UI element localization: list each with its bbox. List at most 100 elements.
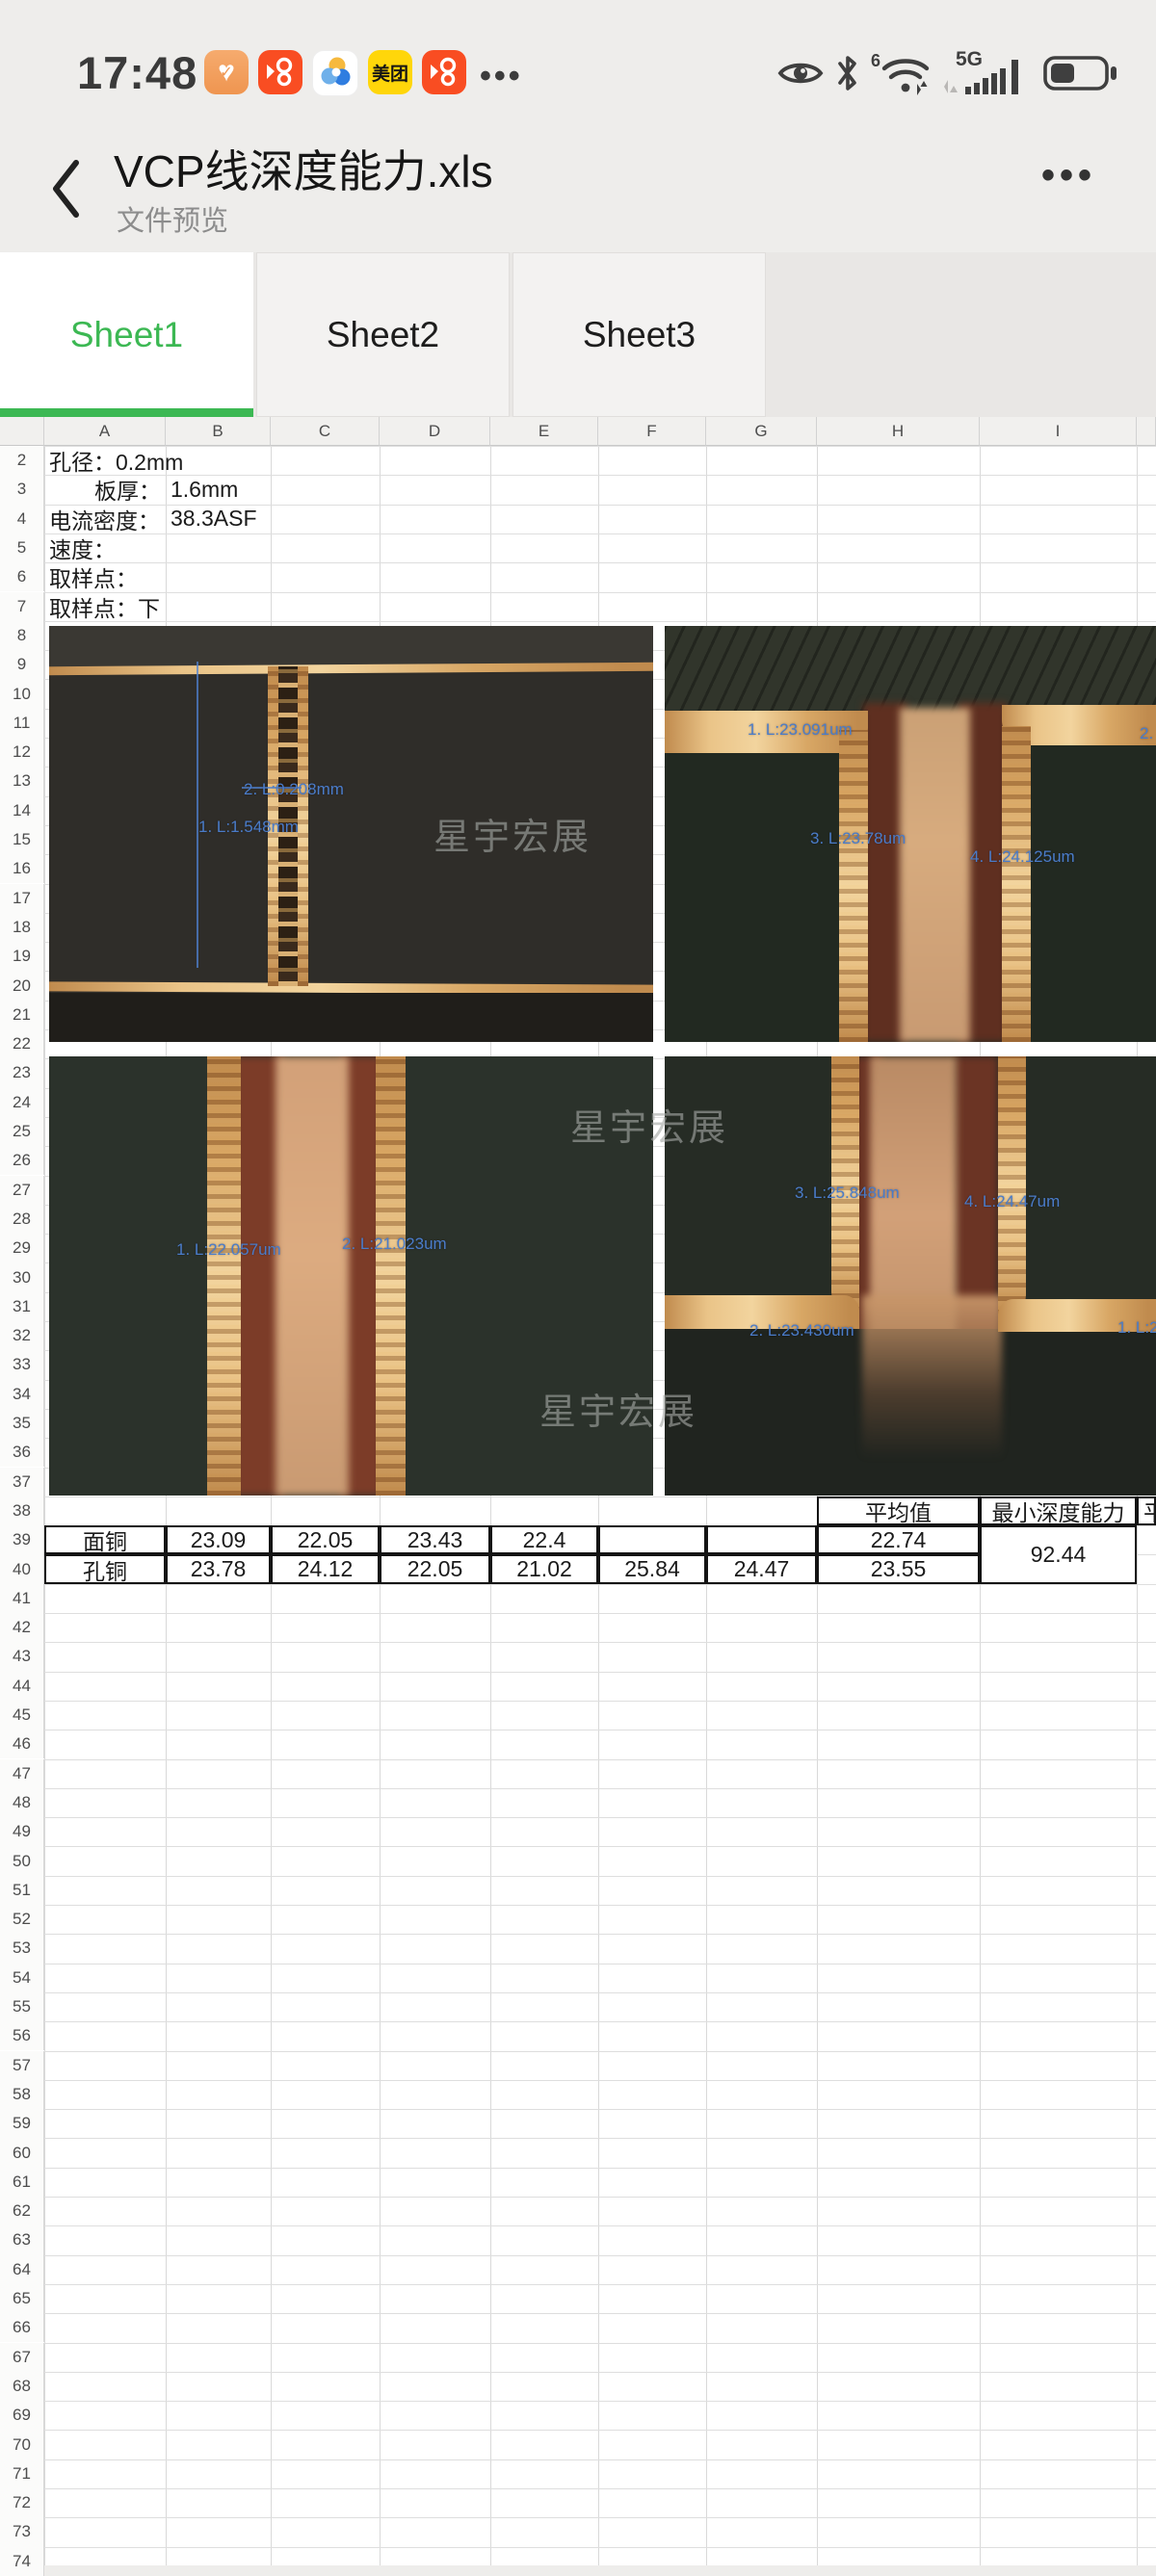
grid-line-horizontal xyxy=(0,1992,1156,1993)
cell-H40: 23.55 xyxy=(817,1554,980,1583)
cell-A4: 电流密度： xyxy=(44,505,166,533)
row-number: 57 xyxy=(0,2051,44,2080)
row-number: 4 xyxy=(0,505,44,533)
corner-cell xyxy=(0,417,44,446)
grid-line-horizontal xyxy=(0,621,1156,622)
row-number: 12 xyxy=(0,738,44,767)
row-number: 16 xyxy=(0,854,44,883)
row-number: 34 xyxy=(0,1380,44,1409)
sheet-tab-bar: Sheet1 Sheet2 Sheet3 xyxy=(0,252,1156,417)
micrograph-top-right xyxy=(665,626,1156,1042)
substrate-left xyxy=(665,751,839,1042)
row-number: 9 xyxy=(0,650,44,679)
hole-fill-lower xyxy=(862,1295,1002,1459)
row-number: 67 xyxy=(0,2343,44,2372)
pinwheel-browser-icon xyxy=(312,50,358,96)
measurement-annotation: 1. L:23.091um xyxy=(748,720,853,740)
row-number: 66 xyxy=(0,2313,44,2342)
row-number: 33 xyxy=(0,1350,44,1379)
grid-line-horizontal xyxy=(0,1788,1156,1789)
resin-band xyxy=(49,993,653,1042)
watermark-text: 星宇宏展 xyxy=(570,1098,728,1151)
row-number: 72 xyxy=(0,2488,44,2517)
tab-sheet3[interactable]: Sheet3 xyxy=(512,252,766,417)
cell-A39: 面铜 xyxy=(44,1525,166,1554)
row-number: 51 xyxy=(0,1876,44,1905)
row-number: 62 xyxy=(0,2197,44,2225)
row-number: 58 xyxy=(0,2080,44,2109)
row-number: 35 xyxy=(0,1409,44,1438)
more-menu-button[interactable]: ••• xyxy=(1041,154,1096,197)
back-button[interactable] xyxy=(37,143,94,235)
cell-B40: 23.78 xyxy=(166,1554,271,1583)
tab-sheet1[interactable]: Sheet1 xyxy=(0,252,253,417)
watermark-text: 星宇宏展 xyxy=(434,807,591,860)
grid-line-horizontal xyxy=(0,1934,1156,1935)
row-number: 71 xyxy=(0,2459,44,2488)
row-number: 17 xyxy=(0,884,44,913)
row-number: 43 xyxy=(0,1642,44,1671)
grid-line-horizontal xyxy=(0,562,1156,563)
cell-B39: 23.09 xyxy=(166,1525,271,1554)
row-number: 5 xyxy=(0,533,44,562)
row-number: 6 xyxy=(0,562,44,591)
column-header-I: I xyxy=(980,417,1137,446)
cell-D40: 22.05 xyxy=(380,1554,490,1583)
row-number: 65 xyxy=(0,2284,44,2313)
row-number: 70 xyxy=(0,2430,44,2459)
row-number: 19 xyxy=(0,942,44,971)
row-number: 39 xyxy=(0,1525,44,1554)
kuaishou-icon xyxy=(258,50,302,94)
column-header-G: G xyxy=(706,417,817,446)
substrate-right xyxy=(1026,1056,1156,1301)
photo-top-band xyxy=(665,626,1156,715)
grid-line-horizontal xyxy=(0,2488,1156,2489)
column-header-A: A xyxy=(44,417,166,446)
row-number: 3 xyxy=(0,475,44,504)
grid-line-horizontal xyxy=(0,2021,1156,2022)
grid-line-horizontal xyxy=(0,1701,1156,1702)
row-number: 32 xyxy=(0,1321,44,1350)
measurement-annotation: 2. L xyxy=(1140,724,1156,743)
row-number: 54 xyxy=(0,1964,44,1992)
via-wall-right xyxy=(298,666,308,986)
plating-wall-left xyxy=(839,730,868,1042)
grid-line-horizontal xyxy=(0,2138,1156,2139)
grid-line-horizontal xyxy=(0,2517,1156,2518)
pinwheel-glyph xyxy=(318,56,353,91)
cell-H39: 22.74 xyxy=(817,1525,980,1554)
row-number: 29 xyxy=(0,1234,44,1262)
row-number: 28 xyxy=(0,1205,44,1234)
watermark-text: 星宇宏展 xyxy=(539,1382,697,1435)
grid-line-horizontal xyxy=(0,2401,1156,2402)
plating-wall-right xyxy=(998,1056,1026,1314)
status-bar: 17:48 ♥✓ 美团 xyxy=(0,0,1156,125)
measurement-annotation: 4. L:24.47um xyxy=(964,1192,1060,1211)
row-number: 59 xyxy=(0,2109,44,2138)
cell-F39 xyxy=(598,1525,706,1554)
row-number: 30 xyxy=(0,1262,44,1291)
tab-sheet2[interactable]: Sheet2 xyxy=(256,252,510,417)
row-number: 14 xyxy=(0,796,44,825)
cell-I38: 最小深度能力 xyxy=(980,1496,1137,1525)
kuaishou-icon-2 xyxy=(422,50,466,94)
cell-E39: 22.4 xyxy=(490,1525,598,1554)
hole-fill xyxy=(900,708,970,1042)
page-title: VCP线深度能力.xls xyxy=(114,137,493,200)
grid-line-horizontal xyxy=(0,1613,1156,1614)
cell-E40: 21.02 xyxy=(490,1554,598,1583)
measurement-annotation: 2. L:21.023um xyxy=(342,1235,447,1254)
grid-line-horizontal xyxy=(0,2080,1156,2081)
row-number: 22 xyxy=(0,1029,44,1058)
row-number: 13 xyxy=(0,767,44,795)
photo-top-band xyxy=(49,626,653,666)
row-number: 52 xyxy=(0,1905,44,1934)
row-number: 7 xyxy=(0,592,44,621)
cell-A7: 取样点：下 xyxy=(44,592,166,621)
row-number: 56 xyxy=(0,2021,44,2050)
row-number: 53 xyxy=(0,1934,44,1963)
row-number: 20 xyxy=(0,971,44,1000)
row-number: 31 xyxy=(0,1292,44,1321)
grid-line-horizontal xyxy=(0,2051,1156,2052)
grid-line-horizontal xyxy=(0,1905,1156,1906)
